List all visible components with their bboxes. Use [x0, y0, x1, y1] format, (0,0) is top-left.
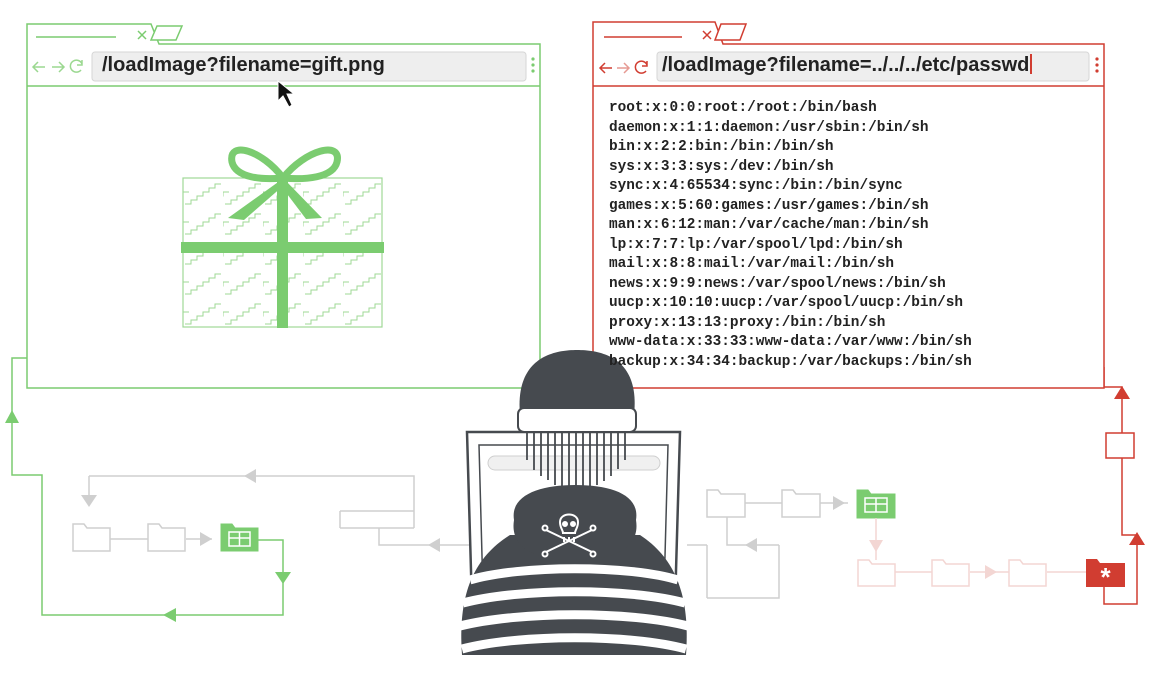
left-browser-window — [26, 23, 541, 389]
passwd-line: man:x:6:12:man:/var/cache/man:/bin/sh — [609, 217, 929, 233]
new-tab-button[interactable] — [149, 25, 184, 41]
tree-arrows — [1114, 386, 1145, 545]
tree-arrows — [5, 410, 291, 622]
passwd-line: proxy:x:13:13:proxy:/bin:/bin/sh — [609, 314, 886, 331]
passwd-line: mail:x:8:8:mail:/var/mail:/bin/sh — [609, 256, 894, 272]
text-caret — [1030, 54, 1033, 74]
menu-dots-icon[interactable] — [1095, 57, 1099, 73]
passwd-line: sync:x:4:65534:sync:/bin:/bin/sync — [609, 178, 903, 194]
passwd-line: uucp:x:10:10:uucp:/var/spool/uucp:/bin/s… — [609, 295, 964, 311]
new-tab-button[interactable] — [713, 23, 748, 41]
passwd-file-output: root:x:0:0:root:/root:/bin/bash daemon:x:… — [609, 99, 972, 372]
safe-request-flow — [11, 357, 284, 616]
folder-icon: * — [1086, 559, 1125, 592]
right-url-text[interactable]: /loadImage?filename=../../../etc/passwd — [662, 54, 1029, 76]
passwd-line: backup:x:34:34:backup:/var/backups:/bin/… — [609, 353, 972, 370]
menu-dots-icon[interactable] — [531, 57, 535, 73]
passwd-line: daemon:x:1:1:daemon:/usr/sbin:/bin/sh — [609, 119, 929, 136]
attack-file-tree — [857, 518, 1086, 587]
passwd-line: lp:x:7:7:lp:/var/spool/lpd:/bin/sh — [609, 236, 903, 253]
path-traversal-diagram: * — [5, 21, 1145, 655]
passwd-line: sys:x:3:3:sys:/dev:/bin/sh — [609, 158, 834, 175]
attacker-figure — [458, 350, 690, 655]
right-url-field[interactable]: /loadImage?filename=../../../etc/passwd — [662, 54, 1033, 77]
passwd-line: games:x:5:60:games:/usr/games:/bin/sh — [609, 197, 929, 214]
passwd-line: root:x:0:0:root:/root:/bin/bash — [609, 100, 877, 116]
passwd-line: news:x:9:9:news:/var/spool/news:/bin/sh — [609, 275, 946, 292]
passwd-line: bin:x:2:2:bin:/bin:/bin/sh — [609, 139, 834, 155]
asterisk-icon: * — [1100, 562, 1111, 592]
folder-icon — [72, 489, 821, 552]
passwd-line: www-data:x:33:33:www-data:/var/www:/bin/… — [609, 334, 972, 350]
left-url-text[interactable]: /loadImage?filename=gift.png — [102, 54, 385, 77]
